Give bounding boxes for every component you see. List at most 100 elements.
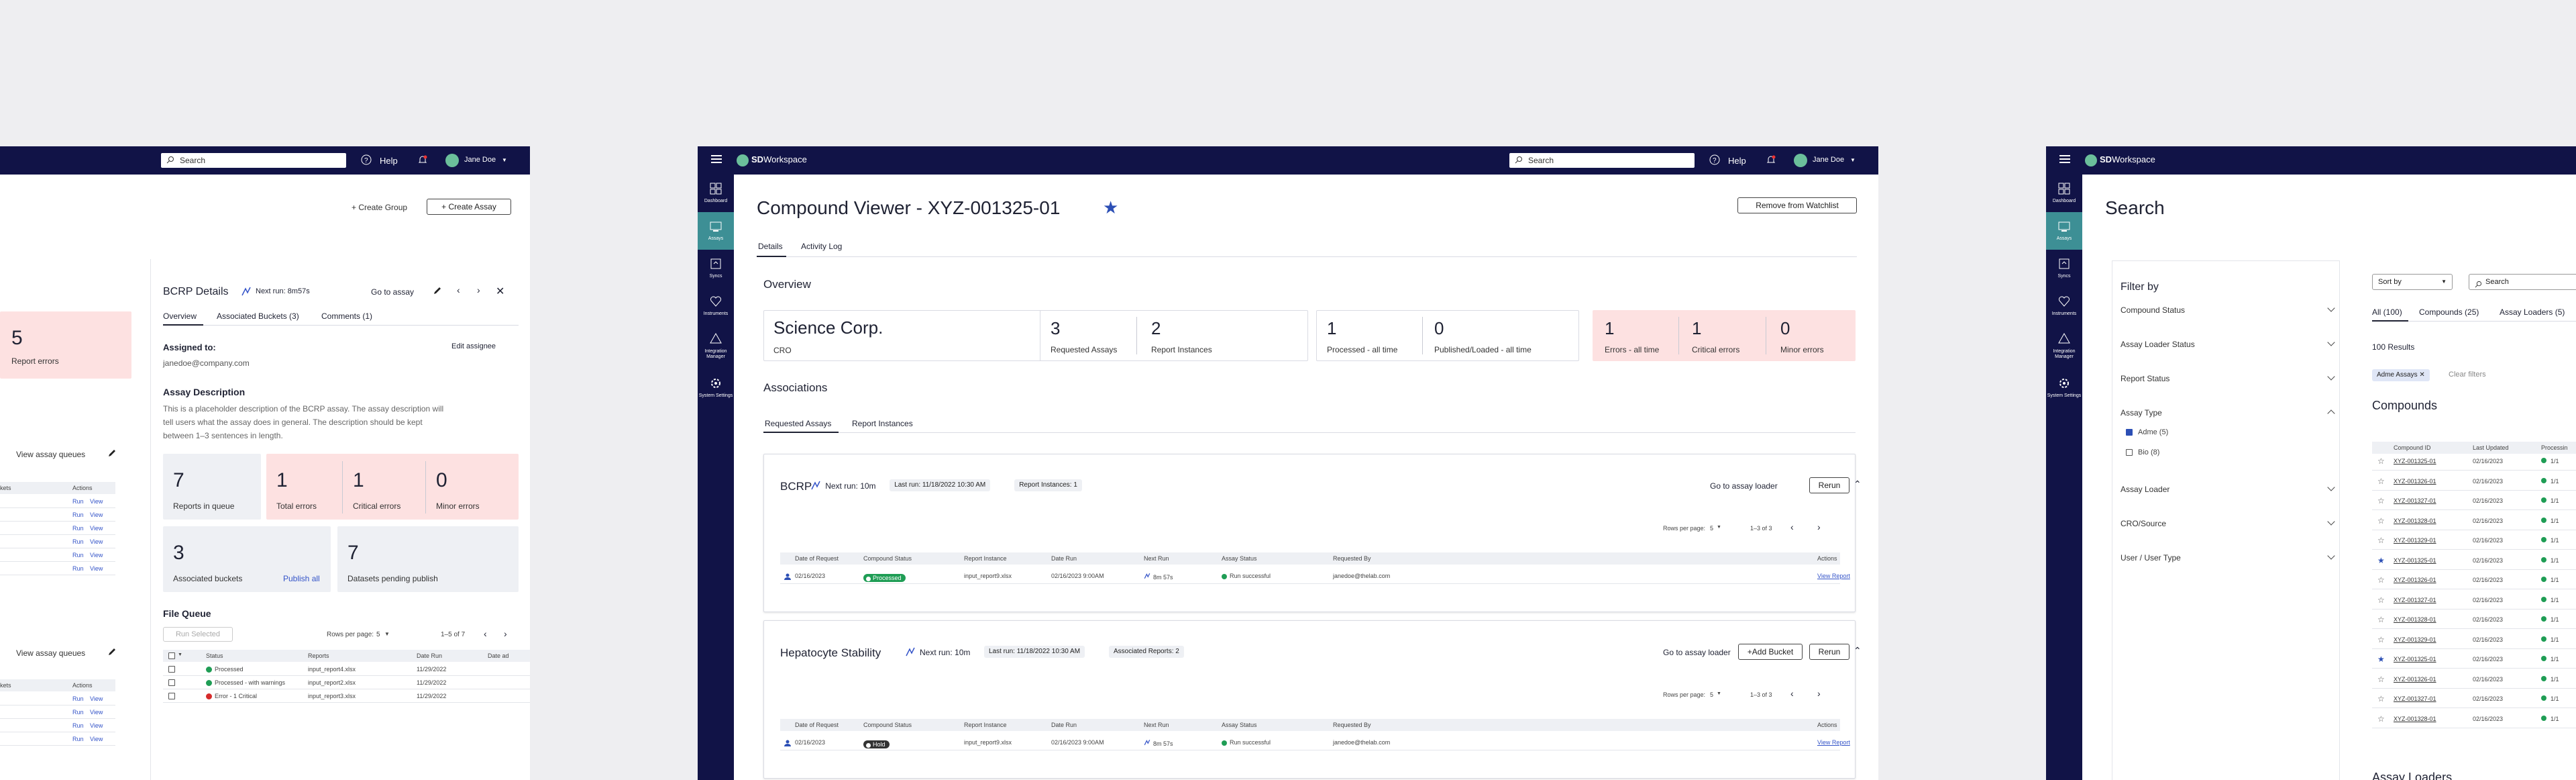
run-link[interactable]: Run xyxy=(72,525,84,532)
compound-id-link[interactable]: XYZ-001328-01 xyxy=(2394,716,2436,722)
close-icon[interactable]: ✕ xyxy=(2419,371,2424,379)
edit-assignee-link[interactable]: Edit assignee xyxy=(451,342,496,350)
prev-page-icon[interactable]: ‹ xyxy=(484,628,487,639)
view-link[interactable]: View xyxy=(90,709,103,716)
assay-type-checkbox[interactable] xyxy=(2126,449,2133,456)
next-page-icon[interactable]: › xyxy=(1817,522,1821,532)
filter-cro-source[interactable]: CRO/Source xyxy=(2121,519,2166,528)
star-icon[interactable]: ☆ xyxy=(2377,595,2385,605)
chevron-down-icon[interactable]: ▼ xyxy=(178,652,182,657)
chevron-down-icon[interactable]: ▼ xyxy=(502,157,507,163)
chevron-down-icon[interactable]: ▼ xyxy=(1717,691,1721,696)
run-link[interactable]: Run xyxy=(72,722,84,729)
chevron-down-icon[interactable] xyxy=(2327,338,2335,346)
chevron-right-icon[interactable]: › xyxy=(477,285,480,295)
tab-overview[interactable]: Overview xyxy=(163,311,197,321)
chevron-down-icon[interactable] xyxy=(2327,483,2335,491)
view-link[interactable]: View xyxy=(90,538,103,545)
star-icon[interactable]: ☆ xyxy=(2377,635,2385,644)
publish-all-link[interactable]: Publish all xyxy=(283,574,320,583)
prev-page-icon[interactable]: ‹ xyxy=(1790,522,1794,532)
star-icon[interactable]: ☆ xyxy=(2377,575,2385,585)
clear-filters-link[interactable]: Clear filters xyxy=(2449,371,2486,379)
view-report-link[interactable]: View Report xyxy=(1817,573,1850,579)
sidebar-item-syncs[interactable]: Syncs xyxy=(2046,250,2082,287)
run-selected-button[interactable]: Run Selected xyxy=(163,627,233,642)
chevron-down-icon[interactable] xyxy=(2327,373,2335,381)
sidebar-item-system-settings[interactable]: System Settings xyxy=(698,368,734,408)
star-icon[interactable]: ☆ xyxy=(2377,714,2385,724)
tab-requested-assays[interactable]: Requested Assays xyxy=(765,419,831,428)
compound-id-link[interactable]: XYZ-001325-01 xyxy=(2394,458,2436,465)
tab-details[interactable]: Details xyxy=(758,242,783,251)
star-icon[interactable]: ☆ xyxy=(2377,536,2385,545)
sidebar-item-assays[interactable]: Assays xyxy=(698,212,734,250)
chevron-up-icon[interactable] xyxy=(2327,409,2335,418)
star-icon[interactable]: ☆ xyxy=(2377,477,2385,486)
create-group-button[interactable]: + Create Group xyxy=(352,203,407,212)
pencil-icon[interactable] xyxy=(107,647,117,660)
assay-type-checkbox[interactable] xyxy=(2126,429,2133,436)
compound-id-link[interactable]: XYZ-001325-01 xyxy=(2394,656,2436,663)
help-icon[interactable]: ? xyxy=(361,154,372,168)
run-link[interactable]: Run xyxy=(72,552,84,558)
filter-chip[interactable]: Adme Assays ✕ xyxy=(2372,369,2430,381)
chevron-down-icon[interactable]: ▼ xyxy=(1717,525,1721,530)
view-assay-queues-link[interactable]: View assay queues xyxy=(16,648,85,658)
sidebar-item-dashboard[interactable]: Dashboard xyxy=(698,175,734,212)
results-search-input[interactable]: Search xyxy=(2469,274,2576,290)
go-to-assay-link[interactable]: Go to assay xyxy=(371,287,414,297)
star-icon[interactable]: ☆ xyxy=(2377,615,2385,624)
star-icon[interactable]: ☆ xyxy=(2377,675,2385,684)
tab-report-instances[interactable]: Report Instances xyxy=(852,419,913,428)
tab-compounds[interactable]: Compounds (25) xyxy=(2419,307,2479,317)
filter-assay-loader[interactable]: Assay Loader xyxy=(2121,485,2169,494)
filter-report-status[interactable]: Report Status xyxy=(2121,374,2169,383)
search-input[interactable]: Search xyxy=(161,153,346,168)
star-icon[interactable]: ★ xyxy=(2377,556,2385,565)
row-checkbox[interactable] xyxy=(168,666,175,673)
chevron-up-icon[interactable]: ⌃ xyxy=(1854,645,1862,656)
view-link[interactable]: View xyxy=(90,511,103,518)
avatar[interactable] xyxy=(1794,154,1807,167)
compound-id-link[interactable]: XYZ-001327-01 xyxy=(2394,695,2436,702)
remove-watchlist-button[interactable]: Remove from Watchlist xyxy=(1737,197,1857,213)
filter-user-user-type[interactable]: User / User Type xyxy=(2121,553,2181,563)
compound-id-link[interactable]: XYZ-001326-01 xyxy=(2394,676,2436,683)
run-link[interactable]: Run xyxy=(72,709,84,716)
compound-id-link[interactable]: XYZ-001326-01 xyxy=(2394,478,2436,485)
go-to-assay-loader-link[interactable]: Go to assay loader xyxy=(1663,648,1731,657)
run-link[interactable]: Run xyxy=(72,498,84,505)
view-report-link[interactable]: View Report xyxy=(1817,739,1850,746)
help-icon[interactable]: ? xyxy=(1709,154,1720,168)
sidebar-item-assays[interactable]: Assays xyxy=(2046,212,2082,250)
go-to-assay-loader-link[interactable]: Go to assay loader xyxy=(1710,481,1778,491)
menu-icon[interactable] xyxy=(711,154,722,167)
tab-comments[interactable]: Comments (1) xyxy=(321,311,372,321)
star-icon[interactable]: ☆ xyxy=(2377,496,2385,505)
row-checkbox[interactable] xyxy=(168,679,175,686)
menu-icon[interactable] xyxy=(2059,154,2070,167)
sidebar-item-instruments[interactable]: Instruments xyxy=(2046,287,2082,325)
compound-id-link[interactable]: XYZ-001329-01 xyxy=(2394,636,2436,643)
compound-id-link[interactable]: XYZ-001328-01 xyxy=(2394,616,2436,623)
create-assay-button[interactable]: + Create Assay xyxy=(427,199,511,215)
view-link[interactable]: View xyxy=(90,552,103,558)
rows-per-page-select[interactable]: 5 xyxy=(1710,691,1713,698)
help-link[interactable]: Help xyxy=(380,156,398,166)
sort-by-select[interactable]: Sort by ▼ xyxy=(2372,274,2453,290)
chevron-down-icon[interactable] xyxy=(2327,518,2335,526)
sidebar-item-dashboard[interactable]: Dashboard xyxy=(2046,175,2082,212)
filter-compound-status[interactable]: Compound Status xyxy=(2121,305,2185,315)
sidebar-item-integration-manager[interactable]: Integration Manager xyxy=(698,325,734,368)
view-link[interactable]: View xyxy=(90,695,103,702)
bell-icon[interactable] xyxy=(1766,154,1776,168)
chevron-up-icon[interactable]: ⌃ xyxy=(1854,479,1862,490)
tab-assay-loaders[interactable]: Assay Loaders (5) xyxy=(2500,307,2565,317)
star-icon[interactable]: ☆ xyxy=(2377,456,2385,466)
rows-per-page-select[interactable]: 5 xyxy=(1710,525,1713,532)
avatar[interactable] xyxy=(445,154,459,167)
edit-icon[interactable] xyxy=(433,286,442,299)
close-icon[interactable]: ✕ xyxy=(496,285,504,298)
tab-activity-log[interactable]: Activity Log xyxy=(801,242,842,251)
